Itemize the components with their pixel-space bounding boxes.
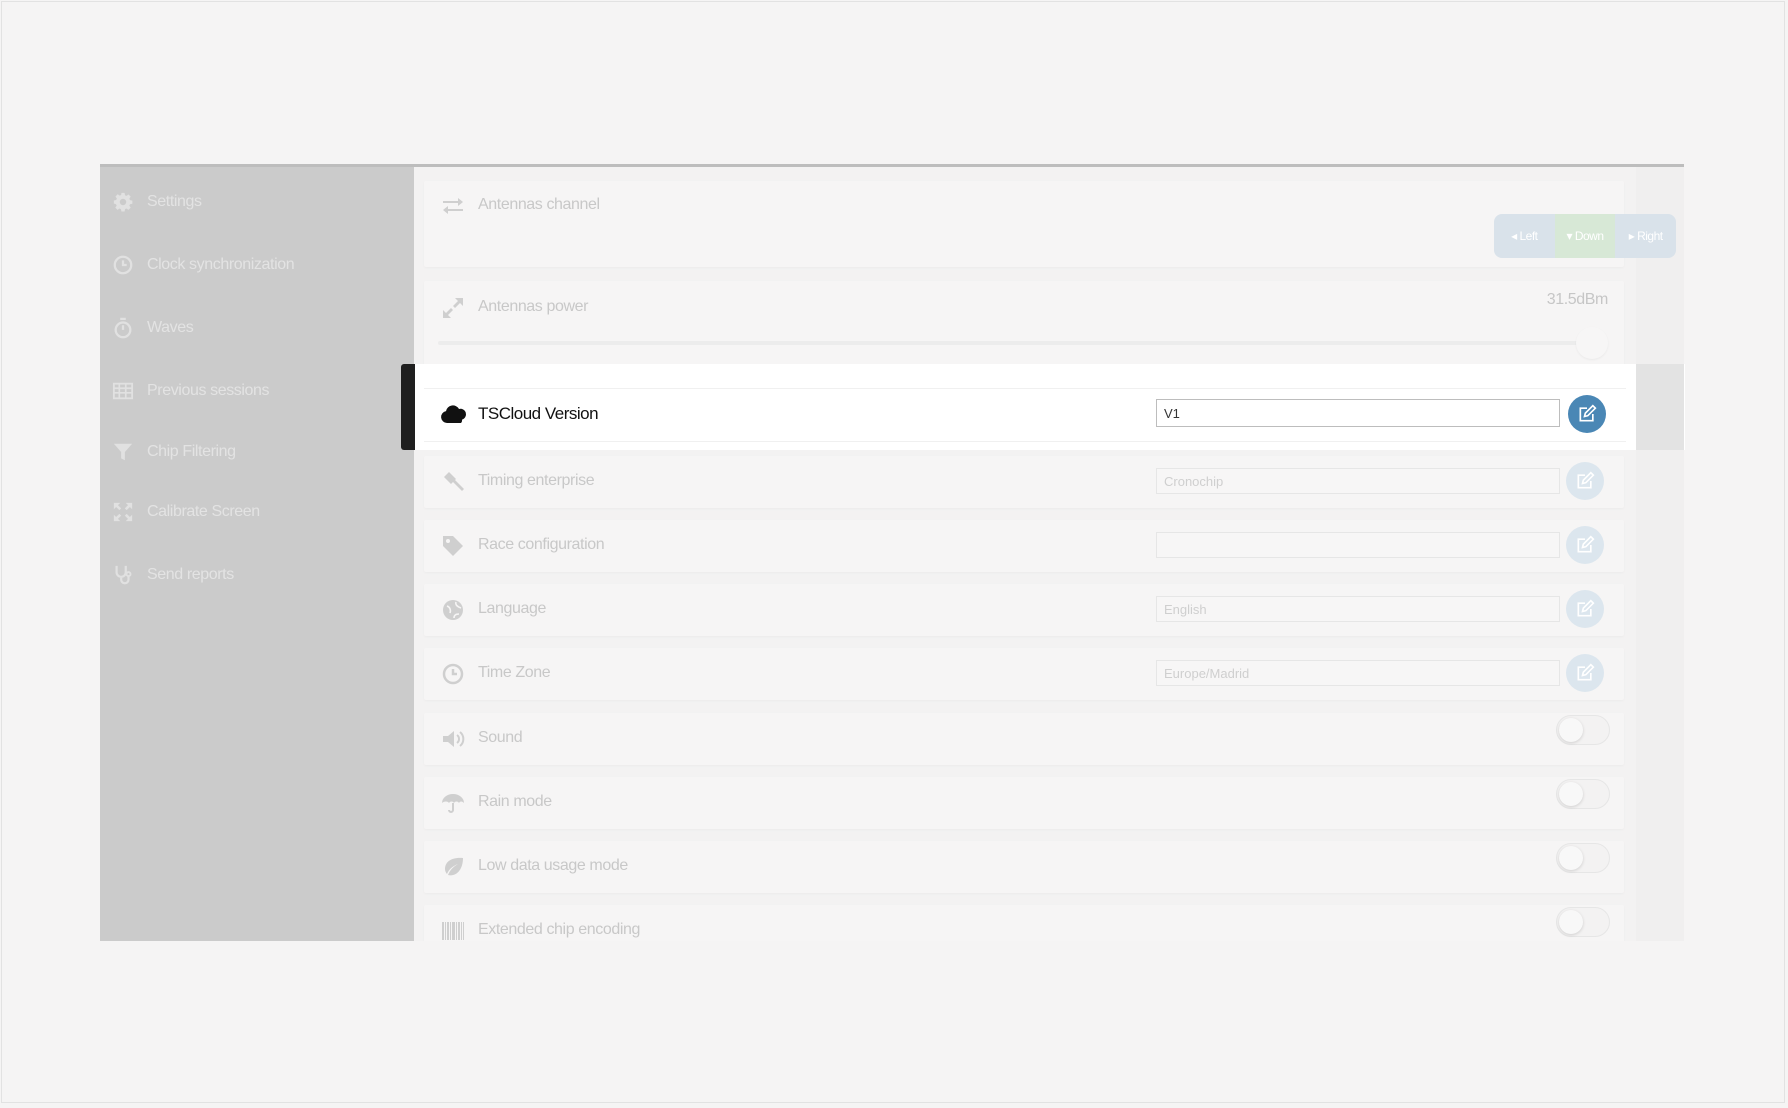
sidebar-item-label: Chip Filtering [147,443,236,460]
filter-icon [111,440,135,464]
sidebar-item-label: Send reports [147,566,234,583]
timing-enterprise-edit-button[interactable] [1566,462,1604,500]
language-edit-button[interactable] [1566,590,1604,628]
sidebar-item-settings[interactable]: Settings [111,182,401,222]
sound-label: Sound [478,729,523,746]
antennas-channel-label: Antennas channel [478,196,600,213]
time-zone-label: Time Zone [478,664,551,681]
low-data-usage-mode-row: Low data usage mode [424,841,1624,893]
gavel-icon [440,469,466,495]
scrollbar[interactable] [1636,167,1684,941]
highlight-marker [401,364,415,450]
antennas-channel-row: Antennas channel ◂ Left ▾ Down ▸ Right [424,181,1676,267]
antennas-power-label: Antennas power [478,298,589,315]
cloud-icon [440,401,468,429]
sidebar: Settings Clock synchronization Waves Pre… [100,167,414,941]
antennas-power-value: 31.5dBm [1546,291,1609,308]
speaker-icon [440,726,466,752]
table-icon [111,379,135,403]
extended-chip-encoding-label: Extended chip encoding [478,921,640,938]
channel-down-button[interactable]: ▾ Down [1554,214,1616,258]
tag-icon [440,533,466,559]
sidebar-item-send-reports[interactable]: Send reports [111,555,401,595]
barcode-icon [440,918,466,941]
sound-row: Sound [424,713,1624,765]
tscloud-version-row: TSCloud Version [424,388,1626,442]
sidebar-item-label: Calibrate Screen [147,503,260,520]
antennas-power-slider-track[interactable] [438,341,1588,345]
rain-mode-toggle[interactable] [1556,779,1610,809]
clock-icon [440,661,466,687]
timing-enterprise-label: Timing enterprise [478,472,595,489]
edit-icon [1577,599,1595,617]
channel-left-button[interactable]: ◂ Left [1494,214,1555,258]
sound-toggle[interactable] [1556,715,1610,745]
time-zone-row: Time Zone [424,648,1624,700]
edit-icon [1579,404,1597,422]
antennas-power-row: Antennas power 31.5dBm [424,281,1624,367]
antennas-channel-selector: ◂ Left ▾ Down ▸ Right [1494,214,1676,258]
expand-arrows-icon [111,500,135,524]
low-data-usage-mode-toggle[interactable] [1556,843,1610,873]
umbrella-icon [440,790,466,816]
globe-icon [440,597,466,623]
channel-right-button[interactable]: ▸ Right [1615,214,1676,258]
timing-enterprise-row: Timing enterprise [424,456,1624,508]
resize-arrows-icon [440,295,466,321]
sidebar-item-label: Settings [147,193,202,210]
race-configuration-label: Race configuration [478,536,605,553]
sidebar-item-label: Previous sessions [147,382,270,399]
leaf-icon [440,854,466,880]
sidebar-item-previous-sessions[interactable]: Previous sessions [111,371,401,411]
tscloud-version-edit-button[interactable] [1568,395,1606,433]
sidebar-item-calibrate-screen[interactable]: Calibrate Screen [111,492,401,532]
race-configuration-edit-button[interactable] [1566,526,1604,564]
rain-mode-label: Rain mode [478,793,552,810]
edit-icon [1577,471,1595,489]
clock-icon [111,253,135,277]
antennas-power-slider-thumb[interactable] [1576,327,1608,359]
sidebar-item-clock-synchronization[interactable]: Clock synchronization [111,245,401,285]
gear-icon [111,190,135,214]
settings-panel: Antennas channel ◂ Left ▾ Down ▸ Right A… [414,167,1684,941]
time-zone-edit-button[interactable] [1566,654,1604,692]
stopwatch-icon [111,316,135,340]
rain-mode-row: Rain mode [424,777,1624,829]
extended-chip-encoding-toggle[interactable] [1556,907,1610,937]
tscloud-version-label: TSCloud Version [478,404,599,423]
channel-left-label: Left [1519,229,1539,243]
language-field[interactable] [1156,596,1560,622]
race-configuration-row: Race configuration [424,520,1624,572]
sidebar-item-waves[interactable]: Waves [111,308,401,348]
language-label: Language [478,600,546,617]
exchange-arrows-icon [440,193,466,219]
sidebar-item-chip-filtering[interactable]: Chip Filtering [111,432,401,472]
highlight-band-scroll [1636,364,1684,450]
sidebar-item-label: Clock synchronization [147,256,295,273]
time-zone-field[interactable] [1156,660,1560,686]
stethoscope-icon [111,563,135,587]
language-row: Language [424,584,1624,636]
edit-icon [1577,663,1595,681]
extended-chip-encoding-row: Extended chip encoding [424,905,1624,941]
sidebar-item-label: Waves [147,319,194,336]
channel-right-label: Right [1637,229,1663,243]
timing-enterprise-field[interactable] [1156,468,1560,494]
app-window: Settings Clock synchronization Waves Pre… [100,164,1684,941]
low-data-usage-mode-label: Low data usage mode [478,857,628,874]
tscloud-version-field[interactable] [1156,399,1560,427]
race-configuration-field[interactable] [1156,532,1560,558]
edit-icon [1577,535,1595,553]
channel-down-label: Down [1574,229,1604,243]
